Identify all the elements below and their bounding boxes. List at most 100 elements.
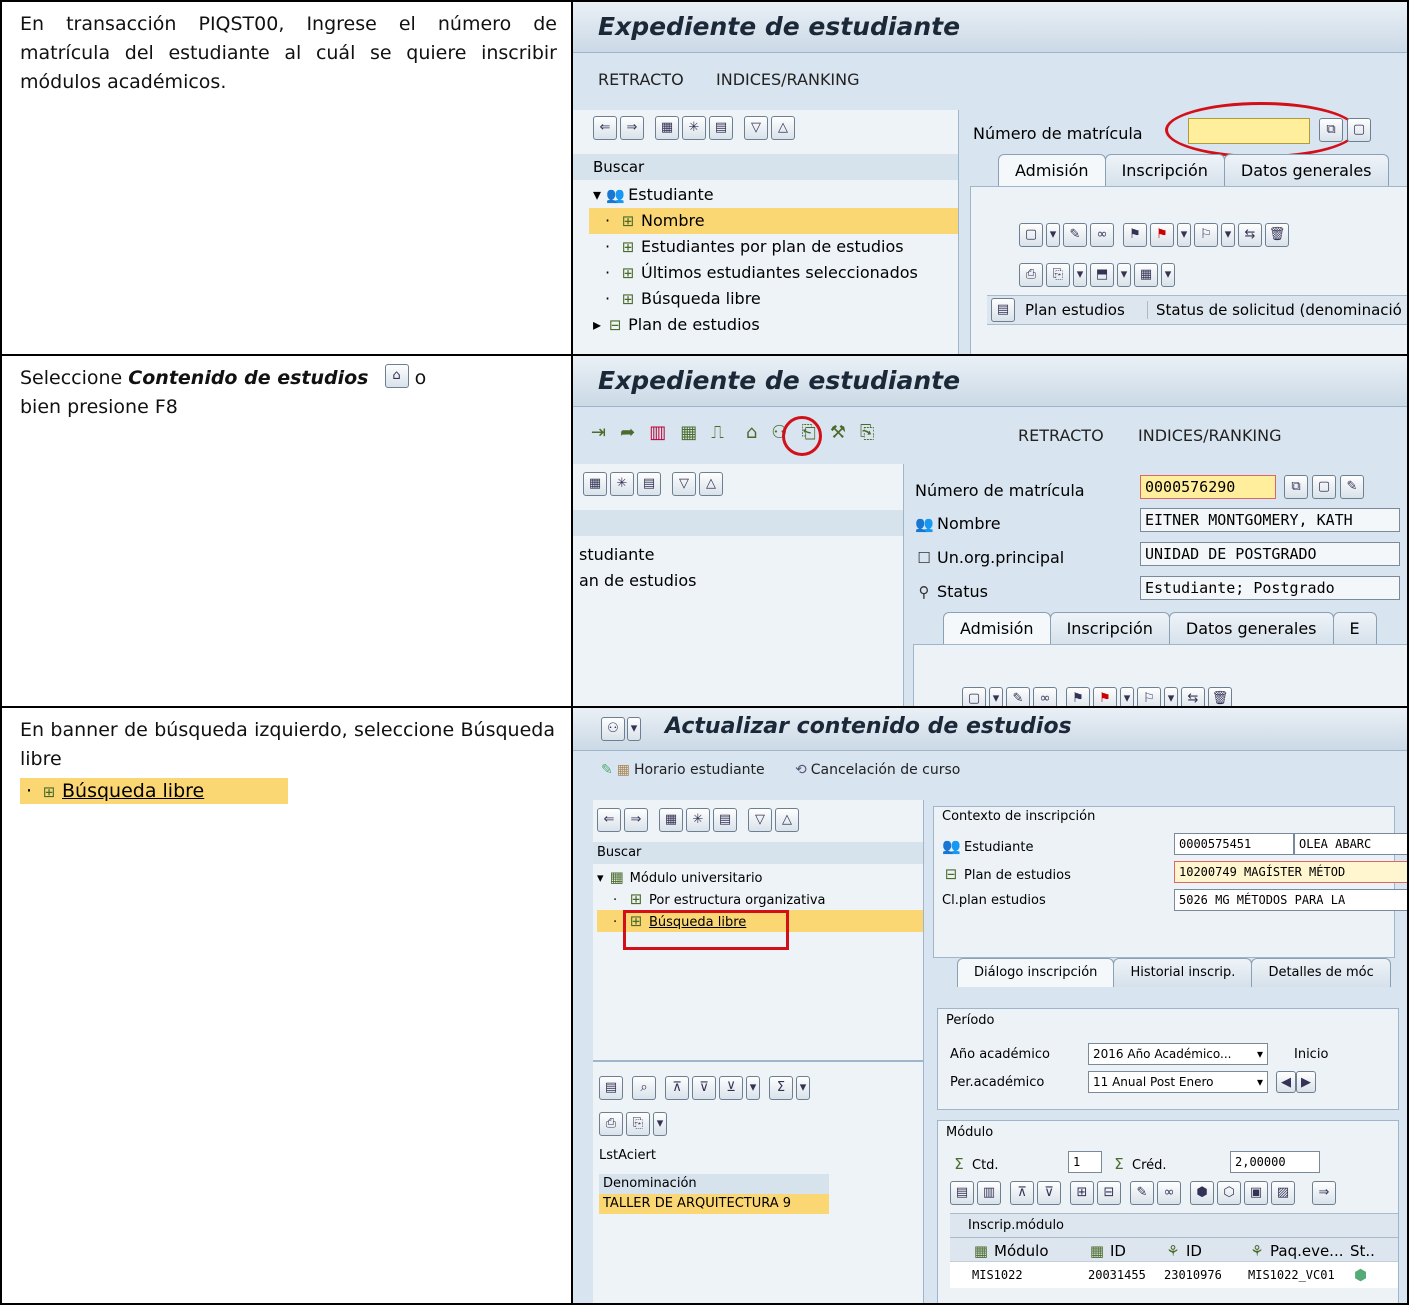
export-icon[interactable]: ⬒ bbox=[1090, 263, 1114, 287]
tab-datos-generales[interactable]: Datos generales bbox=[1223, 154, 1389, 187]
copy-icon[interactable]: ⧉ bbox=[1319, 118, 1343, 142]
tree-item-por-plan[interactable]: · ⊞ Estudiantes por plan de estudios bbox=[593, 234, 958, 260]
dropdown-icon[interactable]: ▾ bbox=[796, 1076, 810, 1100]
chevron-up-icon[interactable]: △ bbox=[775, 808, 799, 832]
dropdown-icon[interactable]: ▾ bbox=[1120, 687, 1134, 706]
grid-icon[interactable]: ▦ bbox=[655, 116, 679, 140]
menu-cancelacion[interactable]: ⟲ Cancelación de curso bbox=[795, 762, 960, 778]
matricula-input[interactable]: 0000576290 bbox=[1140, 475, 1276, 499]
multi-icon[interactable]: ▤ bbox=[637, 472, 661, 496]
copy-icon[interactable]: ⎘ bbox=[860, 422, 874, 443]
glasses-icon[interactable]: ∞ bbox=[1157, 1181, 1181, 1205]
edit-icon[interactable]: ✎ bbox=[1130, 1181, 1154, 1205]
flag-red-icon[interactable]: ⚑ bbox=[1093, 687, 1117, 706]
tab-dialogo[interactable]: Diálogo inscripción bbox=[957, 958, 1115, 987]
chart-icon[interactable]: ▥ bbox=[649, 422, 666, 443]
tab-admision[interactable]: Admisión bbox=[998, 154, 1106, 187]
book-icon[interactable]: ▣ bbox=[1244, 1181, 1268, 1205]
dropdown-icon[interactable]: ▾ bbox=[1161, 263, 1175, 287]
sort-desc-icon[interactable]: ⊽ bbox=[692, 1076, 716, 1100]
glasses-icon[interactable]: ∞ bbox=[1090, 223, 1114, 247]
dropdown-icon[interactable]: ▾ bbox=[1046, 223, 1060, 247]
tree-item-estructura[interactable]: · ⊞ Por estructura organizativa bbox=[597, 888, 923, 910]
menu-indices[interactable]: INDICES/RANKING bbox=[716, 70, 860, 89]
dropdown-icon[interactable]: ▾ bbox=[746, 1076, 760, 1100]
print-options-icon[interactable]: ⎘ bbox=[1046, 263, 1070, 287]
menu-indices[interactable]: INDICES/RANKING bbox=[1138, 426, 1282, 445]
tree-item-estudiante[interactable]: studiante bbox=[579, 542, 696, 568]
col-modulo[interactable]: ▦ Módulo bbox=[972, 1242, 1049, 1260]
back-icon[interactable]: ⇐ bbox=[593, 116, 617, 140]
scroll-icon[interactable]: ⎍ bbox=[711, 422, 724, 443]
tree-item-ultimos[interactable]: · ⊞ Últimos estudiantes seleccionados bbox=[593, 260, 958, 286]
list-item[interactable]: TALLER DE ARQUITECTURA 9 bbox=[599, 1194, 829, 1214]
multi-icon[interactable]: ▤ bbox=[713, 808, 737, 832]
copy-icon[interactable]: ⧉ bbox=[1284, 475, 1308, 499]
transfer-icon[interactable]: ⇆ bbox=[1181, 687, 1205, 706]
select-all-icon[interactable]: ▤ bbox=[991, 298, 1015, 322]
unenroll-icon[interactable]: ⬡ bbox=[1217, 1181, 1241, 1205]
table-row[interactable]: MIS1022 20031455 23010976 MIS1022_VC01 ⬢ bbox=[950, 1261, 1398, 1288]
tree-item-plan-estudios[interactable]: ▸ ⊟ Plan de estudios bbox=[593, 312, 958, 338]
new-doc-icon[interactable]: ▢ bbox=[1347, 118, 1371, 142]
find-icon[interactable]: ⌕ bbox=[632, 1076, 656, 1100]
tools-icon[interactable]: ⚒ bbox=[830, 422, 846, 443]
dropdown-icon[interactable]: ▾ bbox=[1117, 263, 1131, 287]
col-paq[interactable]: ⚘ Paq.eve... bbox=[1248, 1242, 1343, 1260]
forward-icon[interactable]: ⇒ bbox=[1312, 1181, 1336, 1205]
col-st[interactable]: St.. bbox=[1350, 1242, 1375, 1260]
details-icon[interactable]: ▤ bbox=[599, 1076, 623, 1100]
asterisk-icon[interactable]: ✳ bbox=[610, 472, 634, 496]
note-icon[interactable]: ▨ bbox=[1271, 1181, 1295, 1205]
flag-red-icon[interactable]: ⚑ bbox=[1150, 223, 1174, 247]
edit-icon[interactable]: ✎ bbox=[1006, 687, 1030, 706]
forward-icon[interactable]: ⇒ bbox=[620, 116, 644, 140]
sort-asc-icon[interactable]: ⊼ bbox=[1010, 1181, 1034, 1205]
anio-select[interactable]: 2016 Año Académico... ▾ bbox=[1088, 1043, 1268, 1065]
chevron-down-icon[interactable]: ▽ bbox=[748, 808, 772, 832]
list-header[interactable]: Denominación bbox=[599, 1174, 829, 1194]
back-icon[interactable]: ⇐ bbox=[597, 808, 621, 832]
edit-icon[interactable]: ✎ bbox=[1340, 475, 1364, 499]
flag-icon[interactable]: ⚑ bbox=[1066, 687, 1090, 706]
sort-asc-icon[interactable]: ⊼ bbox=[665, 1076, 689, 1100]
tab-extra[interactable]: E bbox=[1332, 612, 1377, 645]
deselect-icon[interactable]: ▥ bbox=[977, 1181, 1001, 1205]
people-icon[interactable]: ⚇ bbox=[601, 717, 625, 741]
col-status-solicitud[interactable]: Status de solicitud (denominació bbox=[1147, 301, 1402, 319]
col-id-1[interactable]: ▦ ID bbox=[1088, 1242, 1126, 1260]
prev-icon[interactable]: ◀ bbox=[1276, 1071, 1296, 1093]
dropdown-icon[interactable]: ▾ bbox=[1164, 687, 1178, 706]
flag-icon[interactable]: ⚑ bbox=[1123, 223, 1147, 247]
collapse-icon[interactable]: ⊟ bbox=[1097, 1181, 1121, 1205]
tab-inscripcion[interactable]: Inscripción bbox=[1049, 612, 1170, 645]
sum-icon[interactable]: Σ bbox=[769, 1076, 793, 1100]
chevron-down-icon[interactable]: ▽ bbox=[672, 472, 696, 496]
tree-item-busqueda-libre[interactable]: · ⊞ Búsqueda libre bbox=[593, 286, 958, 312]
glasses-icon[interactable]: ∞ bbox=[1033, 687, 1057, 706]
tree-item-modulo[interactable]: ▾ ▦ Módulo universitario bbox=[597, 866, 923, 888]
dropdown-icon[interactable]: ▾ bbox=[627, 717, 641, 741]
chevron-down-icon[interactable]: ▽ bbox=[744, 116, 768, 140]
multi-icon[interactable]: ▤ bbox=[709, 116, 733, 140]
tree-item-nombre[interactable]: · ⊞ Nombre bbox=[589, 208, 958, 234]
menu-retracto[interactable]: RETRACTO bbox=[1018, 426, 1104, 445]
dropdown-icon[interactable]: ▾ bbox=[989, 687, 1003, 706]
print-icon[interactable]: ⎙ bbox=[599, 1112, 623, 1136]
asterisk-icon[interactable]: ✳ bbox=[686, 808, 710, 832]
menu-horario[interactable]: ✎ ▦ Horario estudiante bbox=[601, 762, 765, 778]
col-id-2[interactable]: ⚘ ID bbox=[1164, 1242, 1202, 1260]
tab-admision[interactable]: Admisión bbox=[943, 612, 1051, 645]
calculator-icon[interactable]: ▦ bbox=[680, 422, 697, 443]
select-all-icon[interactable]: ▤ bbox=[950, 1181, 974, 1205]
tab-inscripcion[interactable]: Inscripción bbox=[1104, 154, 1225, 187]
enroll-icon[interactable]: ⬢ bbox=[1190, 1181, 1214, 1205]
new-doc-icon[interactable]: ▢ bbox=[1312, 475, 1336, 499]
create-icon[interactable]: ▢ bbox=[1019, 223, 1043, 247]
trash-icon[interactable]: 🗑 bbox=[1265, 223, 1289, 247]
print-icon[interactable]: ⎙ bbox=[1019, 263, 1043, 287]
flag-outline-icon[interactable]: ⚐ bbox=[1194, 223, 1218, 247]
next-icon[interactable]: ▶ bbox=[1296, 1071, 1316, 1093]
exit-icon[interactable]: ⇥ bbox=[591, 422, 606, 443]
grid-icon[interactable]: ▦ bbox=[583, 472, 607, 496]
